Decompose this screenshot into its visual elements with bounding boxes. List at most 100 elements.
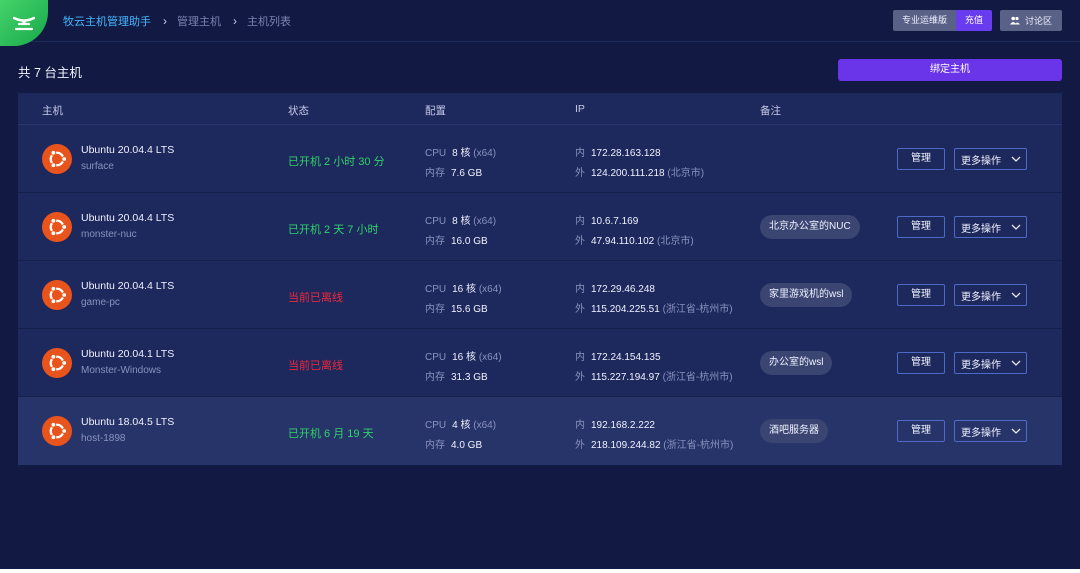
status-text: 当前已离线 [288,292,343,304]
memory-size: 15.6 GB [451,304,488,315]
ip-inner-label: 内 [575,148,585,159]
ip-outer-label: 外 [575,236,585,247]
memory-size: 7.6 GB [451,168,483,179]
config-cell: CPU 8 核 (x64) 内存 7.6 GB [425,144,496,179]
cpu-arch: (x64) [478,284,502,295]
status-text: 已开机 2 小时 30 分 [288,156,385,168]
more-actions-button[interactable]: 更多操作 [954,352,1027,374]
manage-button[interactable]: 管理 [897,420,945,442]
status-text: 已开机 6 月 19 天 [288,428,374,440]
chevron-down-icon [1011,428,1021,434]
note-badge: 北京办公室的NUC [760,215,860,239]
host-name: game-pc [81,297,120,308]
cpu-arch: (x64) [473,148,497,159]
ip-inner: 192.168.2.222 [591,420,655,431]
more-actions-button[interactable]: 更多操作 [954,148,1027,170]
header-note: 备注 [760,105,781,117]
cpu-cores: 4 核 [452,420,471,431]
note-badge: 家里游戏机的wsl [760,283,853,307]
table-row[interactable]: Ubuntu 18.04.5 LTS host-1898 已开机 6 月 19 天 C… [18,397,1062,465]
cpu-arch: (x64) [473,420,497,431]
host-name: Monster-Windows [81,365,162,376]
mem-label: 内存 [425,440,445,451]
ip-cell: 内 10.6.7.169 外 47.94.110.102 (北京市) [575,212,694,247]
ip-location: (北京市) [667,168,705,179]
discuss-button[interactable]: 讨论区 [999,10,1062,31]
table-row[interactable]: Ubuntu 20.04.4 LTS game-pc 当前已离线 CPU 16 核 (x… [18,261,1062,329]
more-actions-label: 更多操作 [961,223,1001,235]
ip-outer: 47.94.110.102 [591,236,655,247]
mem-label: 内存 [425,304,445,315]
cpu-arch: (x64) [478,352,502,363]
ip-inner-label: 内 [575,420,585,431]
ubuntu-icon [42,144,72,174]
breadcrumb-list: 主机列表 [247,16,291,28]
chevron-down-icon [1011,292,1021,298]
chevron-down-icon [1011,156,1021,162]
manage-button[interactable]: 管理 [897,352,945,374]
ip-outer-label: 外 [575,372,585,383]
discuss-label: 讨论区 [1024,16,1052,26]
top-bar: 牧云主机管理助手 › 管理主机 › 主机列表 专业运维版 充值 讨论区 [0,0,1080,46]
mem-label: 内存 [425,372,445,383]
more-actions-button[interactable]: 更多操作 [954,216,1027,238]
breadcrumb-manage[interactable]: 管理主机 [177,13,221,29]
header-config: 配置 [425,105,446,117]
config-cell: CPU 16 核 (x64) 内存 31.3 GB [425,348,502,383]
host-table: 主机 状态 配置 IP 备注 Ubuntu 20.04.4 LTS surface… [18,93,1062,465]
recharge-button[interactable]: 充值 [955,10,992,31]
ip-outer: 115.204.225.51 [591,304,660,315]
host-count: 共 7 台主机 [18,66,82,80]
more-actions-button[interactable]: 更多操作 [954,284,1027,306]
header-ip: IP [575,103,585,115]
more-actions-label: 更多操作 [961,155,1001,167]
edition-label[interactable]: 专业运维版 [892,10,956,31]
ip-location: (浙江省-杭州市) [663,440,734,451]
config-cell: CPU 8 核 (x64) 内存 16.0 GB [425,212,496,247]
header-status: 状态 [288,105,309,117]
bind-host-button[interactable]: 绑定主机 [838,59,1062,81]
ip-outer: 218.109.244.82 [591,440,661,451]
more-actions-label: 更多操作 [961,291,1001,303]
chevron-down-icon [1011,224,1021,230]
ubuntu-icon [42,212,72,242]
ubuntu-icon [42,348,72,378]
ip-outer: 115.227.194.97 [591,372,660,383]
host-os: Ubuntu 20.04.1 LTS [81,348,175,360]
manage-button[interactable]: 管理 [897,284,945,306]
table-row[interactable]: Ubuntu 20.04.4 LTS monster-nuc 已开机 2 天 7 小… [18,193,1062,261]
cpu-cores: 8 核 [452,216,471,227]
host-name: host-1898 [81,433,126,444]
ubuntu-icon [42,416,72,446]
more-actions-label: 更多操作 [961,359,1001,371]
more-actions-button[interactable]: 更多操作 [954,420,1027,442]
chevron-right-icon: › [233,14,237,28]
manage-button[interactable]: 管理 [897,216,945,238]
table-header: 主机 状态 配置 IP 备注 [18,93,1062,125]
table-row[interactable]: Ubuntu 20.04.4 LTS surface 已开机 2 小时 30 分 CP… [18,125,1062,193]
breadcrumb-app[interactable]: 牧云主机管理助手 [63,13,151,29]
table-row[interactable]: Ubuntu 20.04.1 LTS Monster-Windows 当前已离线 CP… [18,329,1062,397]
host-cell: Ubuntu 20.04.4 LTS surface [81,144,174,172]
ip-outer-label: 外 [575,168,585,179]
cpu-cores: 16 核 [452,352,477,363]
cpu-cores: 8 核 [452,148,471,159]
ip-inner: 172.24.154.135 [591,352,661,363]
ip-location: (浙江省-杭州市) [662,304,733,315]
cpu-cores: 16 核 [452,284,477,295]
cpu-label: CPU [425,216,447,227]
app-logo-icon[interactable] [0,0,48,46]
ip-location: (浙江省-杭州市) [662,372,733,383]
memory-size: 31.3 GB [451,372,488,383]
host-os: Ubuntu 20.04.4 LTS [81,144,175,156]
manage-button[interactable]: 管理 [897,148,945,170]
ip-inner: 172.28.163.128 [591,148,661,159]
host-cell: Ubuntu 18.04.5 LTS host-1898 [81,416,174,444]
status-text: 当前已离线 [288,360,343,372]
host-name: surface [81,161,114,172]
ip-inner-label: 内 [575,352,585,363]
chevron-right-icon: › [163,14,167,28]
cpu-label: CPU [425,420,447,431]
more-actions-label: 更多操作 [961,427,1001,439]
bottom-divider [0,569,1080,573]
